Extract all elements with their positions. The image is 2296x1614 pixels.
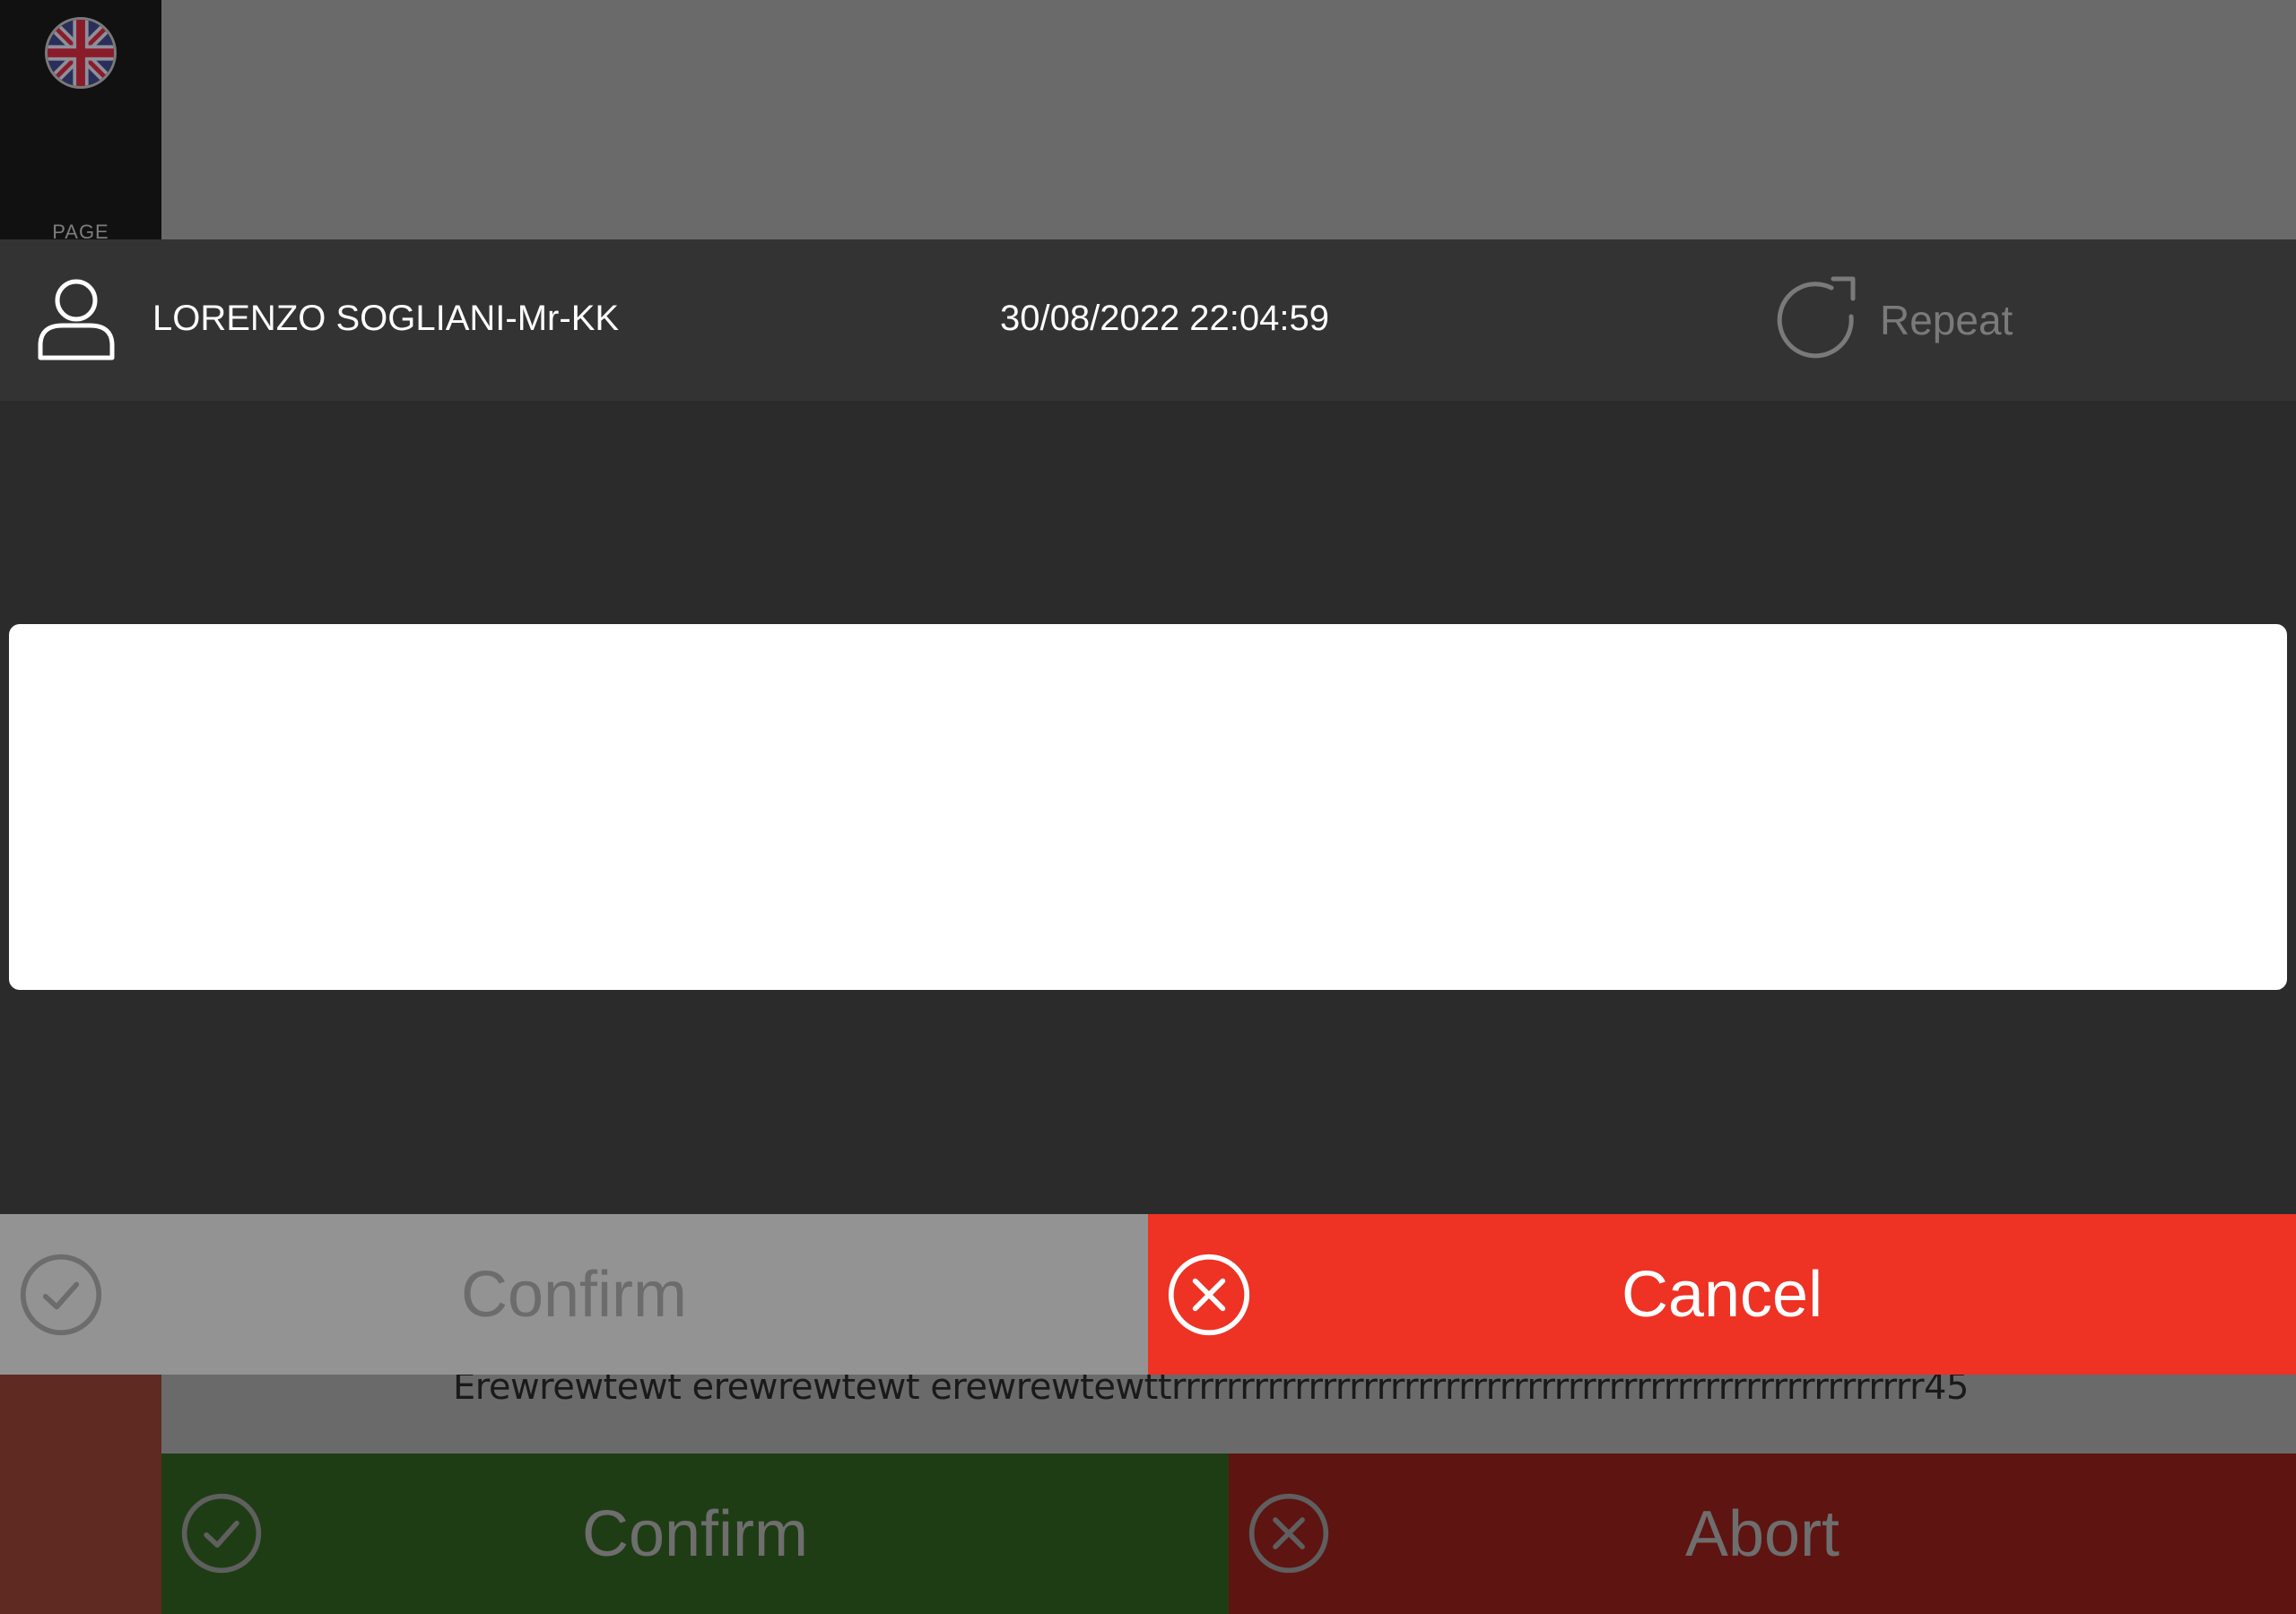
dialog-header: LORENZO SOGLIANI-Mr-KK 30/08/2022 22:04:…	[0, 239, 2296, 401]
uk-flag-icon[interactable]	[45, 17, 117, 89]
background-confirm-button: Confirm	[161, 1453, 1229, 1614]
confirm-button[interactable]: Confirm	[0, 1214, 1148, 1375]
datetime: 30/08/2022 22:04:59	[1000, 299, 1330, 338]
user-icon	[38, 279, 115, 360]
text-input-area[interactable]	[9, 624, 2287, 990]
refresh-icon	[1777, 276, 1856, 359]
sidebar: PAGE	[0, 0, 161, 243]
background-abort-label: Abort	[1684, 1497, 1840, 1570]
close-circle-icon	[1248, 1493, 1329, 1574]
user-name: LORENZO SOGLIANI-Mr-KK	[152, 299, 620, 338]
check-circle-icon	[20, 1254, 102, 1336]
background-confirm-label: Confirm	[581, 1497, 809, 1570]
cancel-label: Cancel	[1621, 1258, 1823, 1331]
repeat-label: Repeat	[1880, 297, 2013, 343]
repeat-button[interactable]: Repeat	[1776, 275, 2013, 365]
confirm-label: Confirm	[460, 1258, 688, 1331]
check-circle-icon	[181, 1493, 262, 1574]
sidebar-bottom-panel	[0, 1374, 161, 1614]
cancel-button[interactable]: Cancel	[1148, 1214, 2296, 1375]
close-circle-icon	[1168, 1254, 1250, 1336]
dialog-body	[0, 401, 2296, 1214]
background-abort-button: Abort	[1229, 1453, 2296, 1614]
